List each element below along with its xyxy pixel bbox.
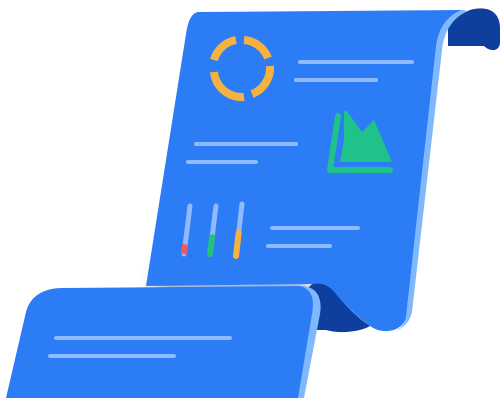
progress-fill xyxy=(181,244,189,255)
lower-sheet xyxy=(6,286,317,398)
progress-fill xyxy=(207,234,216,257)
progress-fill xyxy=(233,229,242,259)
report-scroll-illustration xyxy=(6,8,500,398)
